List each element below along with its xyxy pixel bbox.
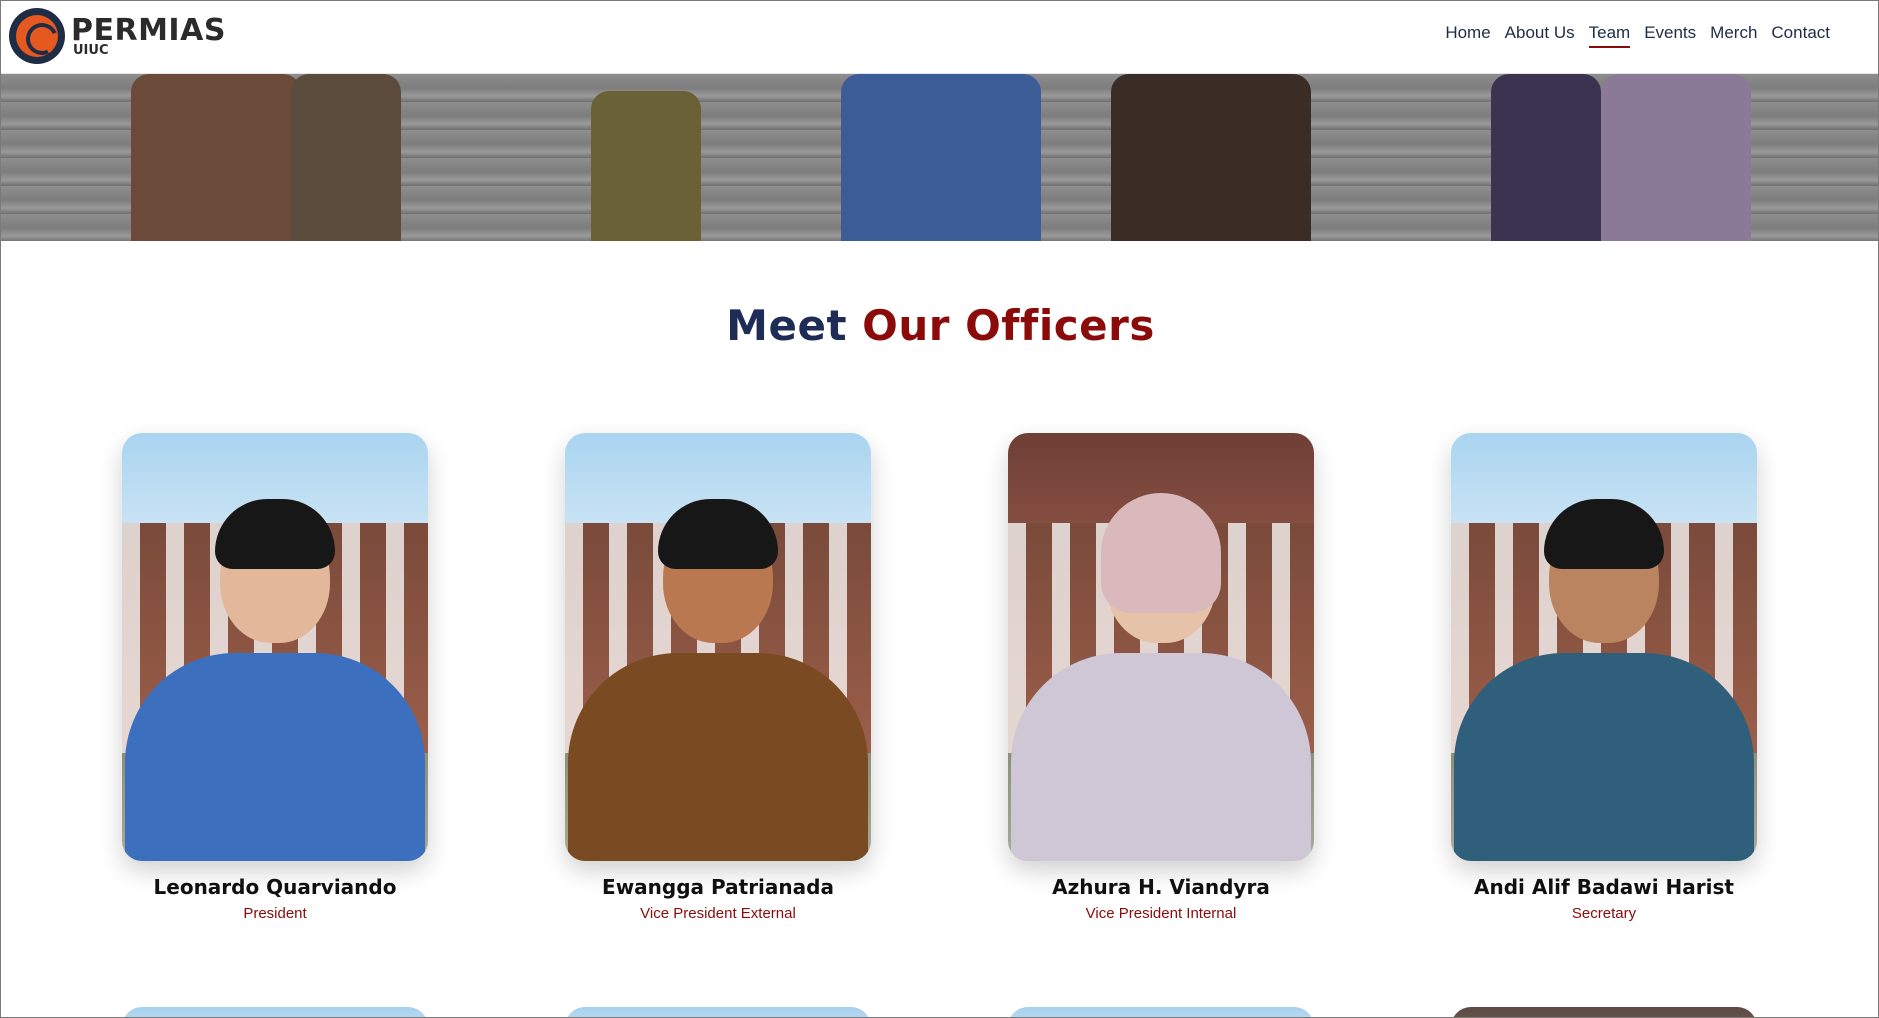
section-title: Meet Our Officers — [1, 301, 1878, 350]
officer-role: President — [243, 905, 307, 922]
officer-role: Vice President External — [640, 905, 796, 922]
officer-card[interactable]: Leonardo Quarviando President — [122, 433, 428, 922]
title-meet: Meet — [726, 301, 848, 350]
site-header: PERMIAS UIUC Home About Us Team Events M… — [1, 1, 1878, 74]
nav-merch[interactable]: Merch — [1710, 23, 1757, 48]
officer-photo — [122, 433, 428, 861]
officer-card[interactable]: Azhura H. Viandyra Vice President Intern… — [1008, 433, 1314, 922]
title-our-officers: Our Officers — [862, 301, 1155, 350]
logo-emblem-icon — [9, 8, 65, 64]
officer-card[interactable]: Ewangga Patrianada Vice President Extern… — [565, 433, 871, 922]
nav-home[interactable]: Home — [1445, 23, 1490, 48]
officer-role: Vice President Internal — [1085, 905, 1237, 922]
officer-photo-next-row — [1451, 1007, 1757, 1017]
officer-photo — [1008, 433, 1314, 861]
nav-contact[interactable]: Contact — [1771, 23, 1830, 48]
brand-wordmark: PERMIAS UIUC — [71, 12, 226, 57]
officer-photo-next-row — [122, 1007, 428, 1017]
officer-card[interactable]: Andi Alif Badawi Harist Secretary — [1451, 433, 1757, 922]
officer-name: Ewangga Patrianada — [602, 875, 834, 899]
nav-team[interactable]: Team — [1588, 23, 1631, 48]
officer-name: Azhura H. Viandyra — [1052, 875, 1270, 899]
hero-banner-image — [1, 74, 1878, 241]
officer-name: Andi Alif Badawi Harist — [1474, 875, 1734, 899]
page: PERMIAS UIUC Home About Us Team Events M… — [0, 0, 1879, 1018]
nav-about-us[interactable]: About Us — [1505, 23, 1575, 48]
brand-title: PERMIAS — [71, 12, 226, 48]
officer-photo — [1451, 433, 1757, 861]
officer-role: Secretary — [1571, 905, 1637, 922]
brand-logo[interactable]: PERMIAS UIUC — [9, 8, 226, 64]
officer-name: Leonardo Quarviando — [153, 875, 397, 899]
officer-photo — [565, 433, 871, 861]
officer-photo-next-row — [1008, 1007, 1314, 1017]
officer-photo-next-row — [565, 1007, 871, 1017]
main-nav: Home About Us Team Events Merch Contact — [1445, 23, 1830, 48]
nav-events[interactable]: Events — [1644, 23, 1696, 48]
